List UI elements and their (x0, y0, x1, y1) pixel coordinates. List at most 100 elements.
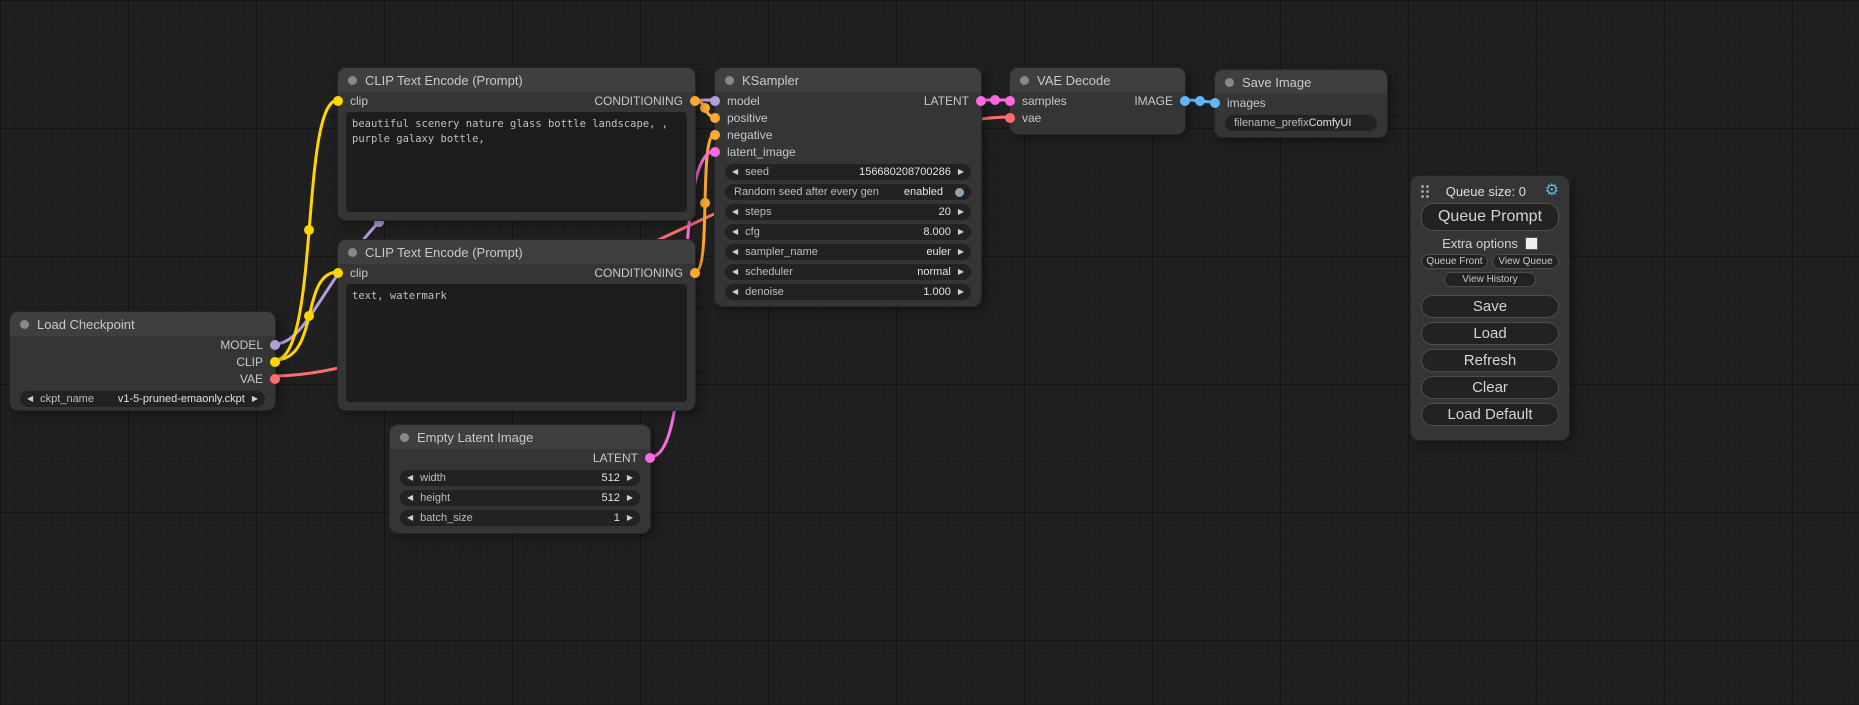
node-title-bar[interactable]: Empty Latent Image (390, 425, 650, 449)
widget-denoise[interactable]: ◀ denoise 1.000 ▶ (725, 284, 971, 300)
right-arrow-icon[interactable]: ▶ (958, 268, 964, 276)
slot-dot-vae-input[interactable] (1005, 113, 1015, 123)
slot-dot-model-input[interactable] (710, 96, 720, 106)
node-vae-decode[interactable]: VAE Decode samples IMAGE vae (1010, 68, 1185, 134)
node-title-bar[interactable]: Load Checkpoint (10, 312, 275, 336)
queue-prompt-button[interactable]: Queue Prompt (1421, 203, 1559, 231)
slot-dot-clip-output[interactable] (270, 357, 280, 367)
left-arrow-icon[interactable]: ◀ (732, 228, 738, 236)
widget-width[interactable]: ◀ width 512 ▶ (400, 470, 640, 486)
left-arrow-icon[interactable]: ◀ (732, 248, 738, 256)
slot-dot-conditioning-output[interactable] (690, 268, 700, 278)
right-arrow-icon[interactable]: ▶ (958, 288, 964, 296)
slot-dot-clip-input[interactable] (333, 268, 343, 278)
right-arrow-icon[interactable]: ▶ (958, 208, 964, 216)
widget-scheduler[interactable]: ◀ scheduler normal ▶ (725, 264, 971, 280)
slot-dot-latent-output[interactable] (645, 453, 655, 463)
widget-height[interactable]: ◀ height 512 ▶ (400, 490, 640, 506)
node-title-bar[interactable]: CLIP Text Encode (Prompt) (338, 240, 695, 264)
right-arrow-icon[interactable]: ▶ (627, 514, 633, 522)
node-clip-text-encode-negative[interactable]: CLIP Text Encode (Prompt) clip CONDITION… (338, 240, 695, 410)
slot-dot-latent-image-input[interactable] (710, 147, 720, 157)
right-arrow-icon[interactable]: ▶ (958, 168, 964, 176)
collapse-dot-icon[interactable] (400, 433, 409, 442)
node-title-bar[interactable]: CLIP Text Encode (Prompt) (338, 68, 695, 92)
collapse-dot-icon[interactable] (20, 320, 29, 329)
widget-value: 8.000 (923, 226, 951, 238)
node-clip-text-encode-positive[interactable]: CLIP Text Encode (Prompt) clip CONDITION… (338, 68, 695, 220)
refresh-button[interactable]: Refresh (1421, 349, 1559, 372)
left-arrow-icon[interactable]: ◀ (732, 268, 738, 276)
collapse-dot-icon[interactable] (1225, 78, 1234, 87)
node-title-bar[interactable]: Save Image (1215, 70, 1387, 94)
save-button[interactable]: Save (1421, 295, 1559, 318)
left-arrow-icon[interactable]: ◀ (407, 494, 413, 502)
slot-label: CONDITIONING (594, 94, 683, 108)
slot-dot-clip-input[interactable] (333, 96, 343, 106)
right-arrow-icon[interactable]: ▶ (958, 228, 964, 236)
extra-options-checkbox[interactable] (1525, 237, 1538, 250)
widget-value: normal (917, 266, 951, 278)
collapse-dot-icon[interactable] (1020, 76, 1029, 85)
slot-label: samples (1022, 94, 1067, 108)
slot-dot-image-output[interactable] (1180, 96, 1190, 106)
positive-prompt-textarea[interactable]: beautiful scenery nature glass bottle la… (346, 112, 687, 212)
widget-cfg[interactable]: ◀ cfg 8.000 ▶ (725, 224, 971, 240)
slot-dot-positive-input[interactable] (710, 113, 720, 123)
widget-ckpt-name[interactable]: ◀ ckpt_name v1-5-pruned-emaonly.ckpt ▶ (20, 391, 265, 407)
right-arrow-icon[interactable]: ▶ (252, 395, 258, 403)
slot-row-model-latent: model LATENT (715, 92, 981, 109)
collapse-dot-icon[interactable] (348, 76, 357, 85)
left-arrow-icon[interactable]: ◀ (407, 514, 413, 522)
node-ksampler[interactable]: KSampler model LATENT positive negative … (715, 68, 981, 306)
left-arrow-icon[interactable]: ◀ (732, 208, 738, 216)
node-empty-latent-image[interactable]: Empty Latent Image LATENT ◀ width 512 ▶ … (390, 425, 650, 533)
load-button[interactable]: Load (1421, 322, 1559, 345)
right-arrow-icon[interactable]: ▶ (627, 474, 633, 482)
negative-prompt-textarea[interactable]: text, watermark (346, 284, 687, 402)
slot-label: MODEL (220, 338, 263, 352)
node-title: CLIP Text Encode (Prompt) (365, 245, 523, 260)
slot-dot-samples-input[interactable] (1005, 96, 1015, 106)
gear-icon[interactable]: ⚙ (1545, 183, 1559, 199)
node-load-checkpoint[interactable]: Load Checkpoint MODEL CLIP VAE ◀ ckpt_na… (10, 312, 275, 410)
slot-dot-latent-output[interactable] (976, 96, 986, 106)
slot-dot-negative-input[interactable] (710, 130, 720, 140)
left-arrow-icon[interactable]: ◀ (732, 288, 738, 296)
right-arrow-icon[interactable]: ▶ (627, 494, 633, 502)
widget-filename-prefix[interactable]: filename_prefix ComfyUI (1225, 115, 1377, 131)
slot-dot-model-output[interactable] (270, 340, 280, 350)
slot-dot-vae-output[interactable] (270, 374, 280, 384)
slot-dot-conditioning-output[interactable] (690, 96, 700, 106)
view-queue-button[interactable]: View Queue (1492, 254, 1559, 269)
menu-header: Queue size: 0 ⚙ (1421, 183, 1559, 199)
slot-label: latent_image (727, 145, 796, 159)
left-arrow-icon[interactable]: ◀ (732, 168, 738, 176)
widget-value: 156680208700286 (859, 166, 951, 178)
clear-button[interactable]: Clear (1421, 376, 1559, 399)
widget-steps[interactable]: ◀ steps 20 ▶ (725, 204, 971, 220)
load-default-button[interactable]: Load Default (1421, 403, 1559, 426)
slot-row: clip CONDITIONING (338, 92, 695, 109)
left-arrow-icon[interactable]: ◀ (407, 474, 413, 482)
drag-handle-icon[interactable] (1421, 185, 1424, 188)
toggle-indicator-icon[interactable] (955, 188, 964, 197)
widget-batch-size[interactable]: ◀ batch_size 1 ▶ (400, 510, 640, 526)
node-title: KSampler (742, 73, 799, 88)
widget-random-seed-toggle[interactable]: Random seed after every gen enabled (725, 184, 971, 200)
widget-sampler-name[interactable]: ◀ sampler_name euler ▶ (725, 244, 971, 260)
slot-label: CLIP (236, 355, 263, 369)
collapse-dot-icon[interactable] (725, 76, 734, 85)
node-title-bar[interactable]: KSampler (715, 68, 981, 92)
left-arrow-icon[interactable]: ◀ (27, 395, 33, 403)
widget-value: 20 (939, 206, 951, 218)
view-history-button[interactable]: View History (1444, 272, 1536, 287)
node-title-bar[interactable]: VAE Decode (1010, 68, 1185, 92)
collapse-dot-icon[interactable] (348, 248, 357, 257)
slot-label: clip (350, 266, 368, 280)
widget-seed[interactable]: ◀ seed 156680208700286 ▶ (725, 164, 971, 180)
queue-front-button[interactable]: Queue Front (1421, 254, 1488, 269)
right-arrow-icon[interactable]: ▶ (958, 248, 964, 256)
slot-dot-images-input[interactable] (1210, 98, 1220, 108)
node-save-image[interactable]: Save Image images filename_prefix ComfyU… (1215, 70, 1387, 137)
